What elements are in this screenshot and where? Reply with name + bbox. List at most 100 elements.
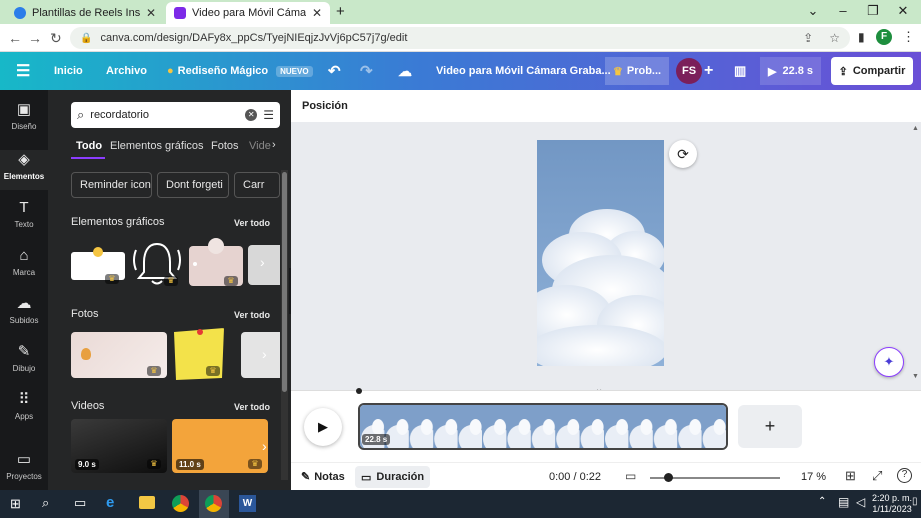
graphic-thumb[interactable]: ♛ — [189, 238, 243, 288]
photo-thumb[interactable]: ♛ — [172, 328, 226, 380]
rail-item-diseno[interactable]: ▣ Diseño — [0, 102, 48, 132]
rail-item-dibujo[interactable]: ✎ Dibujo — [0, 344, 48, 374]
browser-tab-video[interactable]: Video para Móvil Cámara Graba... ✕ — [166, 2, 330, 24]
video-thumb[interactable]: 11.0 s ♛ — [172, 419, 268, 473]
clear-search-icon[interactable]: ✕ — [245, 109, 258, 121]
see-all-videos-link[interactable]: Ver todo — [234, 402, 270, 412]
redo-icon[interactable]: ↷ — [360, 52, 373, 90]
grid-view-icon[interactable]: ⊞ — [845, 468, 856, 484]
graphic-thumb[interactable]: ♛ — [71, 246, 125, 286]
edge-icon[interactable]: e — [106, 494, 114, 511]
rail-item-marca[interactable]: ⌂ Marca — [0, 248, 48, 278]
user-avatar[interactable]: FS — [676, 58, 702, 84]
playhead-marker[interactable] — [356, 388, 362, 394]
position-button[interactable]: Posición — [302, 100, 348, 112]
document-title[interactable]: Video para Móvil Cámara Graba... — [436, 52, 611, 90]
windows-start-icon[interactable]: ⊞ — [10, 496, 21, 512]
see-all-graficos-link[interactable]: Ver todo — [234, 218, 270, 228]
inicio-button[interactable]: Inicio — [54, 52, 83, 90]
carousel-next-icon[interactable]: › — [260, 254, 265, 270]
tabs-next-icon[interactable]: › — [272, 139, 276, 151]
tab-elementos-graficos[interactable]: Elementos gráficos — [110, 140, 204, 152]
tab-fotos[interactable]: Fotos — [211, 140, 239, 152]
panel-scrollbar[interactable] — [281, 170, 288, 480]
task-view-icon[interactable]: ▭ — [74, 495, 86, 511]
play-button[interactable]: ▶ — [304, 408, 342, 446]
canvas-scrollbar[interactable]: ▲ ▼ — [912, 125, 919, 380]
new-tab-button[interactable]: + — [336, 3, 345, 20]
share-page-icon[interactable]: ⇪ — [803, 31, 813, 45]
share-button[interactable]: ⇪ Compartir — [831, 57, 913, 85]
volume-icon[interactable]: ◁ — [856, 495, 865, 509]
chrome-icon[interactable] — [172, 495, 189, 512]
search-input[interactable]: ⌕ recordatorio ✕ ☰ — [71, 102, 280, 128]
archivo-button[interactable]: Archivo — [106, 52, 147, 90]
sidepanel-icon[interactable]: ▮ — [858, 30, 865, 44]
file-explorer-icon[interactable] — [139, 496, 155, 509]
word-icon[interactable]: W — [239, 495, 256, 512]
undo-icon[interactable]: ↶ — [328, 52, 341, 90]
page-view-icon[interactable]: ▭ — [625, 469, 636, 483]
help-icon[interactable]: ? — [897, 468, 912, 483]
taskbar-search-icon[interactable]: ⌕ — [42, 495, 49, 511]
minimize-icon[interactable]: – — [828, 3, 858, 18]
carousel-next-icon[interactable]: › — [262, 346, 267, 362]
pro-trial-button[interactable]: ♛ Prob... — [605, 57, 670, 85]
see-all-fotos-link[interactable]: Ver todo — [234, 310, 270, 320]
photo-thumb-partial[interactable] — [241, 332, 280, 378]
fullscreen-icon[interactable]: ⤢ — [872, 468, 882, 484]
bookmark-star-icon[interactable]: ☆ — [829, 31, 840, 45]
tab-todo[interactable]: Todo — [76, 140, 102, 152]
notifications-icon[interactable]: ▯ — [912, 496, 918, 507]
scroll-up-icon[interactable]: ▲ — [912, 125, 919, 132]
video-clip[interactable]: 22.8 s — [358, 403, 728, 450]
suggestion-chip[interactable]: Dont forgeti — [157, 172, 229, 198]
hamburger-icon[interactable]: ☰ — [16, 52, 30, 90]
insights-icon[interactable]: ▥ — [734, 52, 746, 90]
video-thumb[interactable]: 9.0 s ♛ — [71, 419, 167, 473]
graphic-thumb[interactable]: ♛ — [130, 236, 184, 290]
clock[interactable]: 2:20 p. m. 1/11/2023 — [872, 493, 912, 515]
forward-icon[interactable]: → — [28, 30, 42, 46]
rail-item-apps[interactable]: ⠿ Apps — [0, 392, 48, 422]
rail-item-texto[interactable]: T Texto — [0, 200, 48, 230]
duration-button[interactable]: ▭ Duración — [355, 466, 431, 488]
reload-icon[interactable]: ↻ — [50, 30, 62, 47]
add-page-button[interactable]: + — [738, 405, 802, 448]
tab-videos[interactable]: Vide — [249, 140, 271, 152]
rail-item-proyectos[interactable]: ▭ Proyectos — [0, 452, 48, 482]
browser-menu-icon[interactable]: ⋮ — [902, 29, 915, 45]
window-close-icon[interactable]: ✕ — [888, 3, 918, 19]
photo-thumb[interactable]: ♛ — [71, 332, 167, 378]
tray-chevron-icon[interactable]: ⌃ — [818, 496, 826, 507]
back-icon[interactable]: ← — [8, 30, 22, 46]
rail-item-elementos[interactable]: ◈ Elementos — [0, 150, 48, 190]
suggestion-chip[interactable]: Carr — [234, 172, 280, 198]
carousel-next-icon[interactable]: › — [262, 438, 267, 454]
panel-scrollbar-thumb[interactable] — [282, 172, 287, 392]
zoom-slider-thumb[interactable] — [664, 473, 673, 482]
restore-icon[interactable]: ❐ — [858, 3, 888, 19]
suggestion-chip[interactable]: Reminder icon — [71, 172, 152, 198]
network-icon[interactable]: ▤ — [838, 495, 849, 509]
regenerate-icon[interactable]: ⟳ — [669, 140, 697, 168]
present-button[interactable]: ▶ 22.8 s — [760, 57, 822, 85]
magic-assistant-icon[interactable]: ✦ — [874, 347, 904, 377]
profile-avatar[interactable]: F — [876, 29, 892, 45]
scroll-down-icon[interactable]: ▼ — [912, 373, 919, 380]
url-field[interactable]: 🔒 canva.com/design/DAFy8x_ppCs/TyejNIEqj… — [70, 27, 850, 49]
design-page[interactable] — [537, 140, 664, 366]
add-collaborator-icon[interactable]: + — [704, 52, 713, 90]
chrome-active-task[interactable] — [199, 490, 229, 518]
filter-icon[interactable]: ☰ — [263, 108, 274, 122]
rail-item-subidos[interactable]: ☁ Subidos — [0, 296, 48, 326]
browser-tab-reels[interactable]: Plantillas de Reels Instagram | C... ✕ — [6, 2, 164, 24]
notes-button[interactable]: ✎ Notas — [301, 470, 345, 484]
magic-redesign-button[interactable]: ● Rediseño Mágico NUEVO — [167, 52, 313, 90]
tab-close-icon[interactable]: ✕ — [146, 6, 156, 20]
zoom-level[interactable]: 17 % — [801, 471, 826, 483]
tab-search-chevron-icon[interactable]: ⌄ — [798, 3, 828, 19]
cloud-save-icon[interactable]: ☁ — [398, 52, 412, 90]
zoom-slider[interactable] — [650, 473, 780, 482]
tab-close-icon[interactable]: ✕ — [312, 6, 322, 20]
